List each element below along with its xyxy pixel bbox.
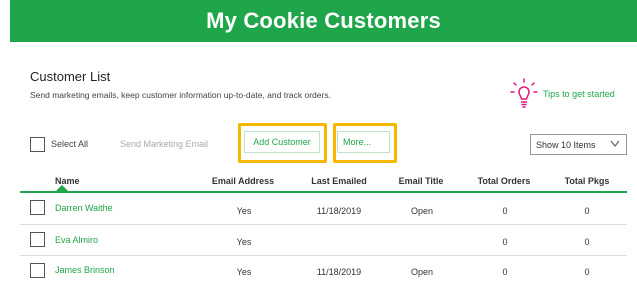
total-pkgs-cell: 0 [584,267,590,277]
column-header-total-orders[interactable]: Total Orders [478,176,531,186]
row-checkbox[interactable] [30,263,45,278]
show-items-value: Show 10 Items [536,139,596,150]
add-customer-button[interactable]: Add Customer [244,131,320,153]
page-title: Customer List [30,69,111,84]
total-orders-cell: 0 [502,237,508,247]
total-pkgs-cell: 0 [584,237,590,247]
header-divider [20,191,627,193]
column-header-total-pkgs[interactable]: Total Pkgs [565,176,610,186]
email-cell: Yes [236,267,252,277]
email-cell: Yes [236,206,252,216]
page-subtitle: Send marketing emails, keep customer inf… [30,90,331,100]
customer-name-link[interactable]: Darren Waithe [55,203,113,213]
tips-label[interactable]: Tips to get started [543,89,615,99]
tips-link[interactable]: Tips to get started [510,78,615,110]
row-checkbox[interactable] [30,232,45,247]
total-orders-cell: 0 [502,267,508,277]
email-title-cell: Open [410,267,434,277]
lightbulb-icon [510,78,538,108]
row-checkbox[interactable] [30,200,45,215]
email-title-cell: Open [410,206,434,216]
last-emailed-cell: 11/18/2019 [316,206,362,216]
app-title: My Cookie Customers [206,8,441,33]
show-items-dropdown[interactable]: Show 10 Items [530,134,627,155]
customer-name-link[interactable]: Eva Almiro [55,235,98,245]
email-cell: Yes [236,237,252,247]
app-header: My Cookie Customers [10,0,637,42]
last-emailed-cell: 11/18/2019 [316,267,362,277]
total-orders-cell: 0 [502,206,508,216]
column-header-email[interactable]: Email Address [212,176,274,186]
more-button[interactable]: More... [337,131,390,153]
total-pkgs-cell: 0 [584,206,590,216]
select-all-label: Select All [51,139,89,149]
row-divider [20,255,627,256]
column-header-email-title[interactable]: Email Title [399,176,444,186]
customer-name-link[interactable]: James Brinson [55,265,115,275]
column-header-last-emailed[interactable]: Last Emailed [311,176,367,186]
row-divider [20,224,627,225]
chevron-down-icon [610,140,620,147]
select-all-checkbox[interactable] [30,137,45,152]
send-marketing-email-button[interactable]: Send Marketing Email [120,139,208,149]
